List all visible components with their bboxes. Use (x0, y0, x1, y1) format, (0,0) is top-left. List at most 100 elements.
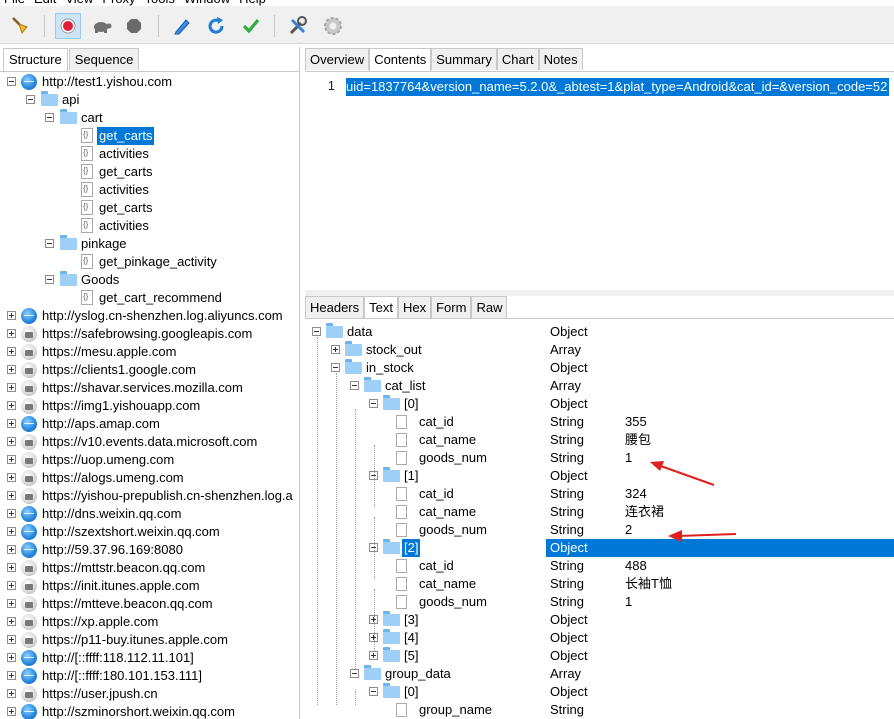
collapse-minus-icon[interactable] (7, 77, 16, 86)
response-tree-row[interactable]: cat_id String 324 (305, 485, 894, 503)
response-tree-row[interactable]: [2] Object (305, 539, 894, 557)
response-tab-headers[interactable]: Headers (305, 296, 365, 318)
tree-host-item[interactable]: http://szextshort.weixin.qq.com (0, 523, 299, 541)
broom-icon[interactable] (8, 13, 34, 39)
collapse-minus-icon[interactable] (45, 239, 54, 248)
tree-host-item[interactable]: https://user.jpush.cn (0, 685, 299, 703)
tree-folder-item[interactable]: pinkage (0, 235, 299, 253)
expand-plus-icon[interactable] (7, 563, 16, 572)
tree-host-item[interactable]: http://59.37.96.169:8080 (0, 541, 299, 559)
tree-host-item[interactable]: http://szminorshort.weixin.qq.com (0, 703, 299, 719)
response-tree-row[interactable]: cat_name String 腰包 (305, 431, 894, 449)
collapse-minus-icon[interactable] (369, 399, 378, 408)
response-tree-row[interactable]: stock_out Array (305, 341, 894, 359)
collapse-minus-icon[interactable] (26, 95, 35, 104)
expand-plus-icon[interactable] (7, 635, 16, 644)
expand-plus-icon[interactable] (7, 671, 16, 680)
tree-folder-item[interactable]: cart (0, 109, 299, 127)
expand-plus-icon[interactable] (7, 401, 16, 410)
tree-host-item[interactable]: http://[::ffff:180.101.153.111] (0, 667, 299, 685)
tools-icon[interactable] (285, 13, 311, 39)
tab-contents[interactable]: Contents (369, 48, 432, 71)
response-tree-row[interactable]: cat_name String 连衣裙 (305, 503, 894, 521)
collapse-minus-icon[interactable] (312, 327, 321, 336)
tree-request-item[interactable]: get_carts (0, 127, 299, 145)
response-tab-text[interactable]: Text (364, 296, 398, 319)
tree-host-item[interactable]: https://v10.events.data.microsoft.com (0, 433, 299, 451)
expand-plus-icon[interactable] (7, 491, 16, 500)
tree-host-item[interactable]: https://alogs.umeng.com (0, 469, 299, 487)
check-icon[interactable] (238, 13, 264, 39)
response-tree-row[interactable]: in_stock Object (305, 359, 894, 377)
response-tree-row[interactable]: data Object (305, 323, 894, 341)
collapse-minus-icon[interactable] (331, 363, 340, 372)
tree-host-item[interactable]: https://shavar.services.mozilla.com (0, 379, 299, 397)
tree-request-item[interactable]: get_pinkage_activity (0, 253, 299, 271)
tree-request-item[interactable]: activities (0, 181, 299, 199)
expand-plus-icon[interactable] (7, 707, 16, 716)
response-tree-row[interactable]: cat_list Array (305, 377, 894, 395)
response-tree-row[interactable]: [3] Object (305, 611, 894, 629)
expand-plus-icon[interactable] (7, 689, 16, 698)
stop-hexagon-icon[interactable] (121, 13, 147, 39)
request-body-text[interactable]: uid=1837764&version_name=5.2.0&_abtest=1… (346, 78, 890, 96)
expand-plus-icon[interactable] (7, 311, 16, 320)
pen-icon[interactable] (169, 13, 195, 39)
response-tree-row[interactable]: cat_id String 488 (305, 557, 894, 575)
tree-host-item[interactable]: http://test1.yishou.com (0, 73, 299, 91)
tree-request-item[interactable]: get_carts (0, 163, 299, 181)
tree-host-item[interactable]: https://clients1.google.com (0, 361, 299, 379)
tree-host-item[interactable]: https://uop.umeng.com (0, 451, 299, 469)
tree-request-item[interactable]: activities (0, 217, 299, 235)
expand-plus-icon[interactable] (7, 329, 16, 338)
collapse-minus-icon[interactable] (369, 687, 378, 696)
tree-host-item[interactable]: http://yslog.cn-shenzhen.log.aliyuncs.co… (0, 307, 299, 325)
tab-chart[interactable]: Chart (496, 48, 539, 70)
expand-plus-icon[interactable] (7, 527, 16, 536)
tab-overview[interactable]: Overview (305, 48, 370, 70)
response-tab-hex[interactable]: Hex (397, 296, 432, 318)
record-icon[interactable] (55, 13, 81, 39)
refresh-icon[interactable] (203, 13, 229, 39)
expand-plus-icon[interactable] (7, 473, 16, 482)
settings-gear-icon[interactable] (320, 13, 346, 39)
tree-folder-item[interactable]: api (0, 91, 299, 109)
collapse-minus-icon[interactable] (350, 381, 359, 390)
response-tab-raw[interactable]: Raw (471, 296, 508, 318)
response-tree-row[interactable]: [4] Object (305, 629, 894, 647)
tree-host-item[interactable]: https://yishou-prepublish.cn-shenzhen.lo… (0, 487, 299, 505)
expand-plus-icon[interactable] (7, 455, 16, 464)
tree-host-item[interactable]: https://mesu.apple.com (0, 343, 299, 361)
tree-host-item[interactable]: http://dns.weixin.qq.com (0, 505, 299, 523)
expand-plus-icon[interactable] (7, 599, 16, 608)
expand-plus-icon[interactable] (7, 365, 16, 374)
tree-host-item[interactable]: https://init.itunes.apple.com (0, 577, 299, 595)
tree-request-item[interactable]: get_cart_recommend (0, 289, 299, 307)
turtle-icon[interactable] (89, 13, 115, 39)
expand-plus-icon[interactable] (7, 347, 16, 356)
collapse-minus-icon[interactable] (45, 113, 54, 122)
tree-folder-item[interactable]: Goods (0, 271, 299, 289)
response-tree-row[interactable]: goods_num String 1 (305, 593, 894, 611)
response-tree-row[interactable]: group_data Array (305, 665, 894, 683)
expand-plus-icon[interactable] (7, 581, 16, 590)
response-tree-row[interactable]: [0] Object (305, 395, 894, 413)
tree-request-item[interactable]: activities (0, 145, 299, 163)
tree-request-item[interactable]: get_carts (0, 199, 299, 217)
tab-structure[interactable]: Structure (3, 48, 68, 71)
request-contents[interactable]: 1 uid=1837764&version_name=5.2.0&_abtest… (305, 71, 894, 291)
collapse-minus-icon[interactable] (350, 669, 359, 678)
expand-plus-icon[interactable] (7, 419, 16, 428)
tab-summary[interactable]: Summary (431, 48, 497, 70)
tree-host-item[interactable]: https://safebrowsing.googleapis.com (0, 325, 299, 343)
tree-host-item[interactable]: https://mtteve.beacon.qq.com (0, 595, 299, 613)
tree-host-item[interactable]: https://xp.apple.com (0, 613, 299, 631)
response-tree-row[interactable]: [0] Object (305, 683, 894, 701)
tab-notes[interactable]: Notes (538, 48, 583, 70)
expand-plus-icon[interactable] (7, 545, 16, 554)
expand-plus-icon[interactable] (7, 617, 16, 626)
response-tree-row[interactable]: goods_num String 2 (305, 521, 894, 539)
tree-host-item[interactable]: http://[::ffff:118.112.11.101] (0, 649, 299, 667)
tree-host-item[interactable]: https://mttstr.beacon.qq.com (0, 559, 299, 577)
response-tree-row[interactable]: group_name String (305, 701, 894, 719)
